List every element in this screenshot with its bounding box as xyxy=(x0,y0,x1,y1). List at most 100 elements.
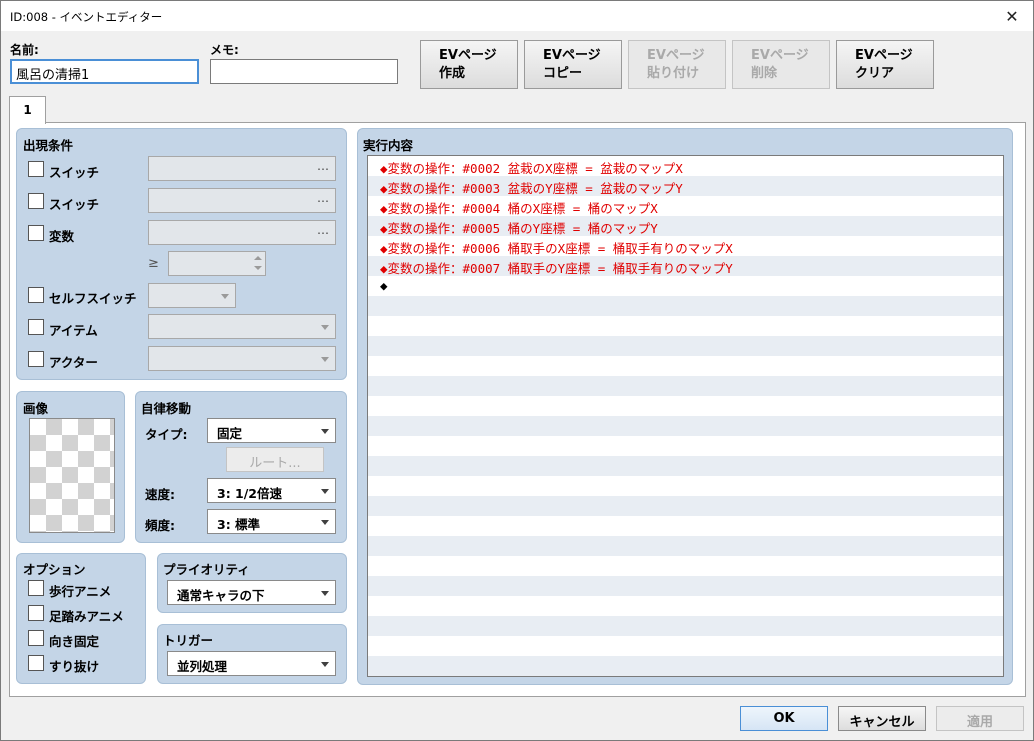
step-anim-checkbox[interactable] xyxy=(28,605,44,621)
frequency-value: 3: 標準 xyxy=(217,517,261,532)
command-row[interactable] xyxy=(368,476,1003,496)
command-row[interactable] xyxy=(368,536,1003,556)
spin-up-icon[interactable] xyxy=(254,256,262,260)
command-row[interactable] xyxy=(368,556,1003,576)
image-preview[interactable] xyxy=(29,418,115,533)
command-text: ◆変数の操作：#0006 桶取手のX座標 = 桶取手有りのマップX xyxy=(380,241,733,256)
command-row[interactable] xyxy=(368,396,1003,416)
actor-checkbox[interactable] xyxy=(28,351,44,367)
command-row[interactable] xyxy=(368,296,1003,316)
move-type-select[interactable]: 固定 xyxy=(207,418,336,443)
variable-value-spinner[interactable] xyxy=(168,251,266,276)
ellipsis-icon: … xyxy=(317,191,330,205)
trigger-value: 並列処理 xyxy=(177,659,228,674)
ellipsis-icon: … xyxy=(317,223,330,237)
priority-select[interactable]: 通常キャラの下 xyxy=(167,580,336,605)
title-bar: ID:008 - イベントエディター ✕ xyxy=(0,0,1034,31)
button-label-line2: 貼り付け xyxy=(647,66,700,81)
priority-title: プライオリティ xyxy=(163,562,250,577)
memo-field[interactable] xyxy=(210,59,398,84)
command-row[interactable] xyxy=(368,676,1003,677)
command-row[interactable] xyxy=(368,416,1003,436)
spin-down-icon[interactable] xyxy=(254,266,262,270)
switch2-label: スイッチ xyxy=(49,197,100,212)
command-row[interactable] xyxy=(368,316,1003,336)
window-title: ID:008 - イベントエディター xyxy=(10,10,163,24)
name-label: 名前: xyxy=(10,43,39,57)
self-switch-label: セルフスイッチ xyxy=(49,291,137,306)
command-row[interactable] xyxy=(368,336,1003,356)
direction-fix-label: 向き固定 xyxy=(49,634,100,649)
command-text: ◆ xyxy=(380,278,388,293)
trigger-select[interactable]: 並列処理 xyxy=(167,651,336,676)
button-label-line1: EVページ xyxy=(751,48,809,63)
ev-page-delete-button[interactable]: EVページ 削除 xyxy=(732,40,830,89)
chevron-down-icon xyxy=(321,429,329,434)
tab-page-1[interactable]: 1 xyxy=(9,96,46,124)
command-row[interactable]: ◆変数の操作：#0004 桶のX座標 = 桶のマップX xyxy=(368,196,1003,216)
switch2-selector[interactable]: … xyxy=(148,188,336,213)
command-row[interactable] xyxy=(368,436,1003,456)
command-row[interactable] xyxy=(368,516,1003,536)
gte-symbol: ≥ xyxy=(148,256,159,271)
command-row[interactable] xyxy=(368,376,1003,396)
command-row[interactable]: ◆変数の操作：#0002 盆栽のX座標 = 盆栽のマップX xyxy=(368,156,1003,176)
ev-page-paste-button[interactable]: EVページ 貼り付け xyxy=(628,40,726,89)
name-field[interactable]: 風呂の清掃1 xyxy=(10,59,199,84)
contents-title: 実行内容 xyxy=(363,138,414,153)
ev-page-create-button[interactable]: EVページ 作成 xyxy=(420,40,518,89)
command-row[interactable] xyxy=(368,496,1003,516)
self-switch-checkbox[interactable] xyxy=(28,287,44,303)
direction-fix-checkbox[interactable] xyxy=(28,630,44,646)
variable-selector[interactable]: … xyxy=(148,220,336,245)
close-button[interactable]: ✕ xyxy=(997,3,1027,29)
speed-select[interactable]: 3: 1/2倍速 xyxy=(207,478,336,503)
button-label-line1: EVページ xyxy=(439,48,497,63)
command-row[interactable] xyxy=(368,616,1003,636)
button-label-line1: EVページ xyxy=(647,48,705,63)
command-row[interactable] xyxy=(368,656,1003,676)
trigger-title: トリガー xyxy=(163,633,214,648)
through-checkbox[interactable] xyxy=(28,655,44,671)
ellipsis-icon: … xyxy=(317,159,330,173)
command-row[interactable]: ◆変数の操作：#0005 桶のY座標 = 桶のマップY xyxy=(368,216,1003,236)
command-text: ◆変数の操作：#0003 盆栽のY座標 = 盆栽のマップY xyxy=(380,181,683,196)
cancel-button[interactable]: キャンセル xyxy=(838,706,926,731)
apply-button[interactable]: 適用 xyxy=(936,706,1024,731)
command-row[interactable]: ◆ xyxy=(368,276,1003,296)
self-switch-select[interactable] xyxy=(148,283,236,308)
item-select[interactable] xyxy=(148,314,336,339)
command-row[interactable]: ◆変数の操作：#0003 盆栽のY座標 = 盆栽のマップY xyxy=(368,176,1003,196)
command-row[interactable] xyxy=(368,356,1003,376)
actor-select[interactable] xyxy=(148,346,336,371)
command-row[interactable] xyxy=(368,596,1003,616)
options-title: オプション xyxy=(23,562,86,577)
switch1-checkbox[interactable] xyxy=(28,161,44,177)
command-row[interactable] xyxy=(368,636,1003,656)
close-icon: ✕ xyxy=(1005,6,1019,26)
command-text: ◆変数の操作：#0002 盆栽のX座標 = 盆栽のマップX xyxy=(380,161,683,176)
image-title: 画像 xyxy=(23,401,49,416)
chevron-down-icon xyxy=(321,662,329,667)
item-checkbox[interactable] xyxy=(28,319,44,335)
autonomous-title: 自律移動 xyxy=(141,401,192,416)
command-row[interactable] xyxy=(368,576,1003,596)
command-row[interactable]: ◆変数の操作：#0006 桶取手のX座標 = 桶取手有りのマップX xyxy=(368,236,1003,256)
command-row[interactable] xyxy=(368,456,1003,476)
ev-page-clear-button[interactable]: EVページ クリア xyxy=(836,40,934,89)
switch2-checkbox[interactable] xyxy=(28,193,44,209)
command-text: ◆変数の操作：#0004 桶のX座標 = 桶のマップX xyxy=(380,201,658,216)
ev-page-copy-button[interactable]: EVページ コピー xyxy=(524,40,622,89)
variable-checkbox[interactable] xyxy=(28,225,44,241)
ok-button[interactable]: OK xyxy=(740,706,828,731)
switch1-label: スイッチ xyxy=(49,165,100,180)
command-text: ◆変数の操作：#0007 桶取手のY座標 = 桶取手有りのマップY xyxy=(380,261,733,276)
frequency-select[interactable]: 3: 標準 xyxy=(207,509,336,534)
route-button[interactable]: ルート... xyxy=(226,447,324,472)
command-row[interactable]: ◆変数の操作：#0007 桶取手のY座標 = 桶取手有りのマップY xyxy=(368,256,1003,276)
frequency-label: 頻度: xyxy=(145,518,175,533)
switch1-selector[interactable]: … xyxy=(148,156,336,181)
command-list[interactable]: ◆変数の操作：#0002 盆栽のX座標 = 盆栽のマップX ◆変数の操作：#000… xyxy=(367,155,1004,677)
chevron-down-icon xyxy=(321,325,329,330)
walk-anim-checkbox[interactable] xyxy=(28,580,44,596)
